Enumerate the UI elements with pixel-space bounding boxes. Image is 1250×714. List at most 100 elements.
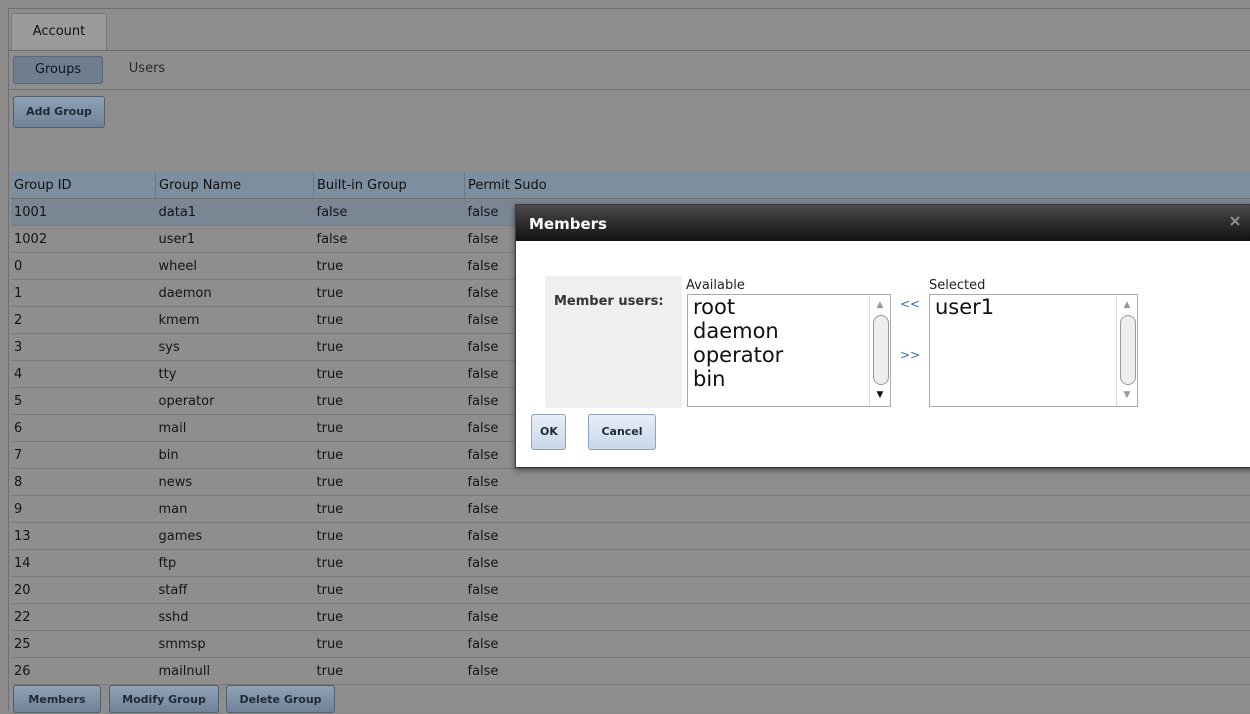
cell-group-name: user1 — [156, 226, 314, 253]
available-caption: Available — [686, 278, 745, 293]
cell-built-in: true — [314, 415, 465, 442]
cell-built-in: true — [314, 631, 465, 658]
table-row[interactable]: 13gamestruefalse — [11, 523, 1250, 550]
cell-group-name: staff — [156, 577, 314, 604]
cell-built-in: true — [314, 388, 465, 415]
cell-built-in: true — [314, 442, 465, 469]
cell-group-id: 14 — [11, 550, 156, 577]
cell-group-name: sshd — [156, 604, 314, 631]
available-users-list[interactable]: rootdaemonoperatorbin ▲ ▼ — [687, 294, 891, 407]
subtab-users[interactable]: Users — [117, 56, 177, 82]
cell-built-in: true — [314, 469, 465, 496]
cell-group-id: 1002 — [11, 226, 156, 253]
delete-group-button[interactable]: Delete Group — [226, 685, 335, 713]
cell-group-id: 22 — [11, 604, 156, 631]
cell-group-id: 3 — [11, 334, 156, 361]
cell-group-id: 1 — [11, 280, 156, 307]
members-dialog: Members Member users: Available Selected… — [515, 204, 1250, 468]
available-user-item[interactable]: root — [688, 295, 890, 319]
cell-group-name: mail — [156, 415, 314, 442]
cell-group-id: 6 — [11, 415, 156, 442]
available-list-scrollbar[interactable]: ▲ ▼ — [869, 295, 890, 406]
selected-users-list[interactable]: user1 ▲ ▼ — [929, 294, 1138, 407]
cell-group-id: 2 — [11, 307, 156, 334]
cell-group-name: operator — [156, 388, 314, 415]
selected-caption: Selected — [929, 278, 985, 293]
selected-list-scrollbar[interactable]: ▲ ▼ — [1116, 295, 1137, 406]
cell-group-id: 7 — [11, 442, 156, 469]
cell-built-in: true — [314, 307, 465, 334]
cell-group-id: 0 — [11, 253, 156, 280]
cell-group-name: smmsp — [156, 631, 314, 658]
cell-permit-sudo: false — [465, 496, 1250, 523]
ok-button[interactable]: OK — [531, 414, 566, 450]
cancel-button[interactable]: Cancel — [588, 414, 656, 450]
table-header-row: Group ID Group Name Built-in Group Permi… — [11, 172, 1250, 199]
cell-permit-sudo: false — [465, 631, 1250, 658]
modify-group-button[interactable]: Modify Group — [109, 685, 219, 713]
cell-group-name: wheel — [156, 253, 314, 280]
cell-group-name: man — [156, 496, 314, 523]
cell-group-id: 25 — [11, 631, 156, 658]
bottom-toolbar: Members Modify Group Delete Group — [9, 680, 1250, 711]
cell-built-in: true — [314, 334, 465, 361]
cell-group-name: ftp — [156, 550, 314, 577]
cell-built-in: true — [314, 496, 465, 523]
table-row[interactable]: 9mantruefalse — [11, 496, 1250, 523]
scroll-thumb[interactable] — [873, 315, 889, 385]
scroll-down-icon[interactable]: ▼ — [1121, 390, 1133, 400]
move-right-button[interactable]: >> — [900, 348, 920, 362]
available-user-item[interactable]: daemon — [688, 319, 890, 343]
cell-permit-sudo: false — [465, 550, 1250, 577]
tab-account[interactable]: Account — [11, 13, 107, 50]
available-user-item[interactable]: bin — [688, 367, 890, 391]
cell-built-in: false — [314, 199, 465, 226]
table-row[interactable]: 22sshdtruefalse — [11, 604, 1250, 631]
close-icon[interactable] — [1228, 215, 1242, 229]
cell-built-in: true — [314, 280, 465, 307]
tab-bar: Account — [9, 9, 1250, 51]
cell-group-id: 1001 — [11, 199, 156, 226]
cell-built-in: true — [314, 361, 465, 388]
scroll-thumb[interactable] — [1120, 315, 1136, 385]
table-row[interactable]: 20stafftruefalse — [11, 577, 1250, 604]
cell-group-name: kmem — [156, 307, 314, 334]
subtab-groups[interactable]: Groups — [13, 56, 103, 84]
col-permit-sudo[interactable]: Permit Sudo — [465, 172, 1250, 199]
available-user-item[interactable]: operator — [688, 343, 890, 367]
cell-built-in: true — [314, 523, 465, 550]
col-group-name[interactable]: Group Name — [156, 172, 314, 199]
move-left-button[interactable]: << — [900, 297, 920, 311]
scroll-up-icon[interactable]: ▲ — [1121, 300, 1133, 310]
subtab-bar: Groups Users — [9, 51, 1250, 90]
table-row[interactable]: 25smmsptruefalse — [11, 631, 1250, 658]
cell-permit-sudo: false — [465, 469, 1250, 496]
col-built-in-group[interactable]: Built-in Group — [314, 172, 465, 199]
dialog-title: Members — [516, 205, 1250, 241]
cell-built-in: true — [314, 550, 465, 577]
cell-group-id: 4 — [11, 361, 156, 388]
members-button[interactable]: Members — [13, 685, 101, 713]
cell-group-name: news — [156, 469, 314, 496]
cell-group-name: bin — [156, 442, 314, 469]
cell-permit-sudo: false — [465, 523, 1250, 550]
dialog-title-text: Members — [529, 215, 607, 233]
cell-permit-sudo: false — [465, 604, 1250, 631]
col-group-id[interactable]: Group ID — [11, 172, 156, 199]
cell-group-name: data1 — [156, 199, 314, 226]
cell-built-in: true — [314, 604, 465, 631]
cell-group-id: 5 — [11, 388, 156, 415]
cell-group-name: daemon — [156, 280, 314, 307]
selected-user-item[interactable]: user1 — [930, 295, 1137, 319]
add-group-button[interactable]: Add Group — [13, 96, 105, 128]
cell-group-id: 8 — [11, 469, 156, 496]
cell-group-id: 13 — [11, 523, 156, 550]
cell-group-id: 9 — [11, 496, 156, 523]
scroll-up-icon[interactable]: ▲ — [874, 300, 886, 310]
member-users-label: Member users: — [554, 294, 664, 309]
table-row[interactable]: 8newstruefalse — [11, 469, 1250, 496]
cell-group-name: tty — [156, 361, 314, 388]
cell-group-name: sys — [156, 334, 314, 361]
table-row[interactable]: 14ftptruefalse — [11, 550, 1250, 577]
scroll-down-icon[interactable]: ▼ — [874, 390, 886, 400]
